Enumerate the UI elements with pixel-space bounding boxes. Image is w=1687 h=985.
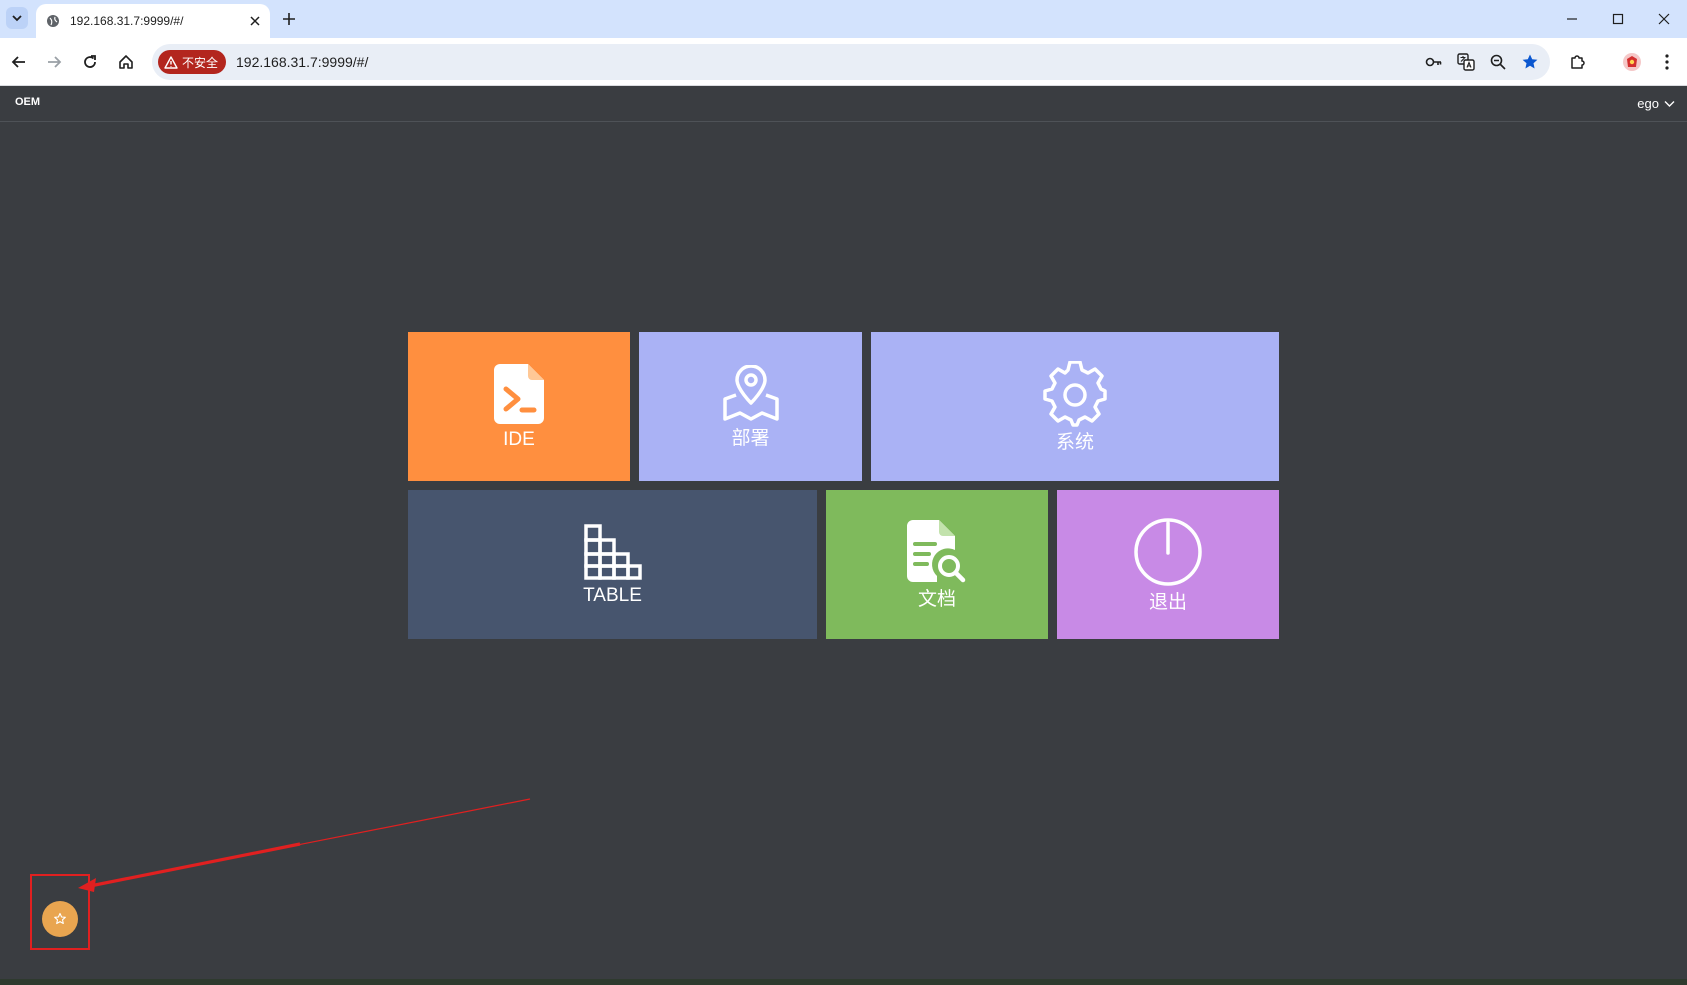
browser-toolbar: 不安全 192.168.31.7:9999/#/	[0, 38, 1687, 86]
tab-search-button[interactable]	[6, 7, 28, 29]
tile-label: 部署	[731, 427, 770, 449]
browser-tab[interactable]: 192.168.31.7:9999/#/	[36, 4, 270, 38]
tab-title: 192.168.31.7:9999/#/	[70, 14, 184, 28]
gear-icon	[1042, 360, 1108, 427]
tile-deploy[interactable]: 部署	[639, 332, 862, 481]
maximize-icon	[1612, 13, 1624, 25]
tile-label: 系统	[1055, 431, 1094, 453]
translate-button[interactable]	[1454, 50, 1478, 74]
floating-action-button[interactable]	[42, 901, 78, 937]
plus-icon	[283, 13, 295, 25]
tile-ide[interactable]: IDE	[408, 332, 630, 481]
close-window-button[interactable]	[1641, 0, 1687, 38]
new-tab-button[interactable]	[278, 8, 300, 30]
close-icon	[1658, 13, 1670, 25]
puzzle-icon	[1571, 55, 1585, 69]
table-grid-icon	[583, 523, 642, 580]
password-key-button[interactable]	[1422, 50, 1446, 74]
back-button[interactable]	[7, 50, 31, 74]
arrow-right-icon	[48, 56, 62, 68]
more-vertical-icon	[1665, 54, 1669, 70]
tile-label: 文档	[917, 588, 956, 610]
tile-label: 退出	[1148, 591, 1187, 613]
tile-table[interactable]: TABLE	[408, 490, 817, 639]
tile-label: IDE	[503, 428, 535, 450]
app-header: OEM ego	[0, 86, 1687, 122]
warning-icon	[164, 55, 178, 69]
profile-avatar[interactable]	[1620, 50, 1644, 74]
bookmark-button[interactable]	[1518, 50, 1542, 74]
browser-tab-strip: 192.168.31.7:9999/#/	[0, 0, 1687, 38]
minimize-icon	[1567, 18, 1577, 20]
power-icon	[1133, 517, 1203, 587]
star-icon	[54, 912, 66, 925]
terminal-file-icon	[494, 363, 544, 424]
close-icon	[250, 16, 260, 26]
zoom-out-icon	[1490, 54, 1506, 70]
zoom-button[interactable]	[1486, 50, 1510, 74]
key-icon	[1425, 57, 1442, 67]
page-content: OEM ego IDE 部署 系统 TABLE 文档 退出	[0, 86, 1687, 985]
bottom-edge-strip	[0, 979, 1687, 985]
reload-icon	[84, 55, 96, 68]
tile-system[interactable]: 系统	[871, 332, 1279, 481]
browser-menu-button[interactable]	[1655, 50, 1679, 74]
url-text[interactable]: 192.168.31.7:9999/#/	[236, 54, 368, 70]
security-chip[interactable]: 不安全	[158, 50, 227, 74]
home-button[interactable]	[114, 50, 138, 74]
tile-label: TABLE	[583, 584, 642, 606]
forward-button[interactable]	[42, 50, 66, 74]
security-chip-label: 不安全	[182, 55, 219, 70]
brand-logo-text[interactable]: OEM	[15, 96, 40, 108]
address-bar[interactable]: 不安全 192.168.31.7:9999/#/	[152, 44, 1550, 80]
home-icon	[119, 55, 133, 69]
tab-close-button[interactable]	[244, 10, 266, 32]
tile-logout[interactable]: 退出	[1057, 490, 1279, 639]
chevron-down-icon	[1664, 100, 1675, 107]
star-filled-icon	[1522, 54, 1538, 69]
minimize-button[interactable]	[1549, 0, 1595, 38]
address-bar-actions	[1422, 50, 1542, 74]
profile-avatar-icon	[1623, 53, 1641, 71]
chevron-down-icon	[12, 15, 22, 22]
extensions-button[interactable]	[1566, 50, 1590, 74]
map-pin-icon	[722, 364, 780, 423]
window-controls	[1549, 0, 1687, 38]
user-name: ego	[1637, 96, 1659, 111]
document-search-icon	[907, 519, 967, 584]
maximize-button[interactable]	[1595, 0, 1641, 38]
translate-icon	[1457, 53, 1475, 71]
tile-docs[interactable]: 文档	[826, 490, 1048, 639]
arrow-left-icon	[11, 56, 25, 68]
globe-icon	[47, 15, 59, 27]
user-menu[interactable]: ego	[1637, 96, 1675, 111]
reload-button[interactable]	[78, 50, 102, 74]
